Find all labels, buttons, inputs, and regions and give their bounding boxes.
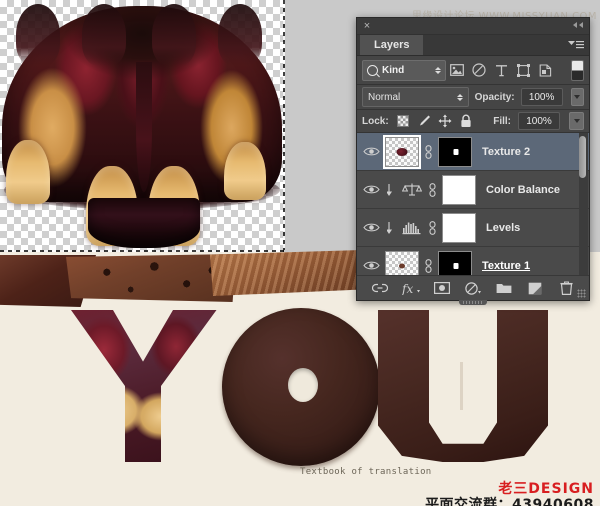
layer-list-scrollbar[interactable]	[579, 133, 588, 283]
texture-strip-cocoa-crumb	[210, 250, 362, 296]
layer-filter-row: Kind	[357, 56, 589, 85]
filter-enable-toggle[interactable]	[571, 59, 584, 81]
clipping-mask-icon	[385, 183, 397, 196]
lock-row: Lock: Fill: 100%	[357, 110, 589, 133]
filter-pixel-layers-button[interactable]	[446, 60, 468, 80]
fill-input[interactable]: 100%	[518, 112, 560, 130]
panel-resize-handle[interactable]	[459, 300, 487, 305]
color-balance-scales-icon	[401, 182, 423, 197]
mask-content	[453, 148, 459, 155]
layer-name[interactable]: Color Balance	[486, 184, 560, 196]
cake-lobe	[16, 4, 60, 66]
filter-kind-label: Kind	[382, 64, 405, 76]
filter-adjustment-layers-button[interactable]	[468, 60, 490, 80]
clipping-mask-icon	[385, 221, 397, 234]
eye-icon[interactable]	[361, 256, 381, 276]
screenshot-stage: 思缘设计论坛 WWW.MISSYUAN.COM Textbook of tran…	[0, 0, 600, 506]
layer-name-input[interactable]: Texture 1	[482, 260, 530, 272]
layer-list: Texture 2 Color Balance Levels Texture 1	[357, 133, 589, 283]
translation-note: Textbook of translation	[300, 467, 432, 477]
blend-mode-dropdown[interactable]: Normal	[362, 87, 469, 107]
bottom-caption-bar: Textbook of translation 老三DESIGN 平面交流群：4…	[295, 462, 600, 506]
layer-style-button[interactable]: fx	[402, 279, 420, 297]
mask-link-icon[interactable]	[423, 258, 434, 273]
eye-icon[interactable]	[361, 142, 381, 162]
delete-layer-button[interactable]	[557, 279, 575, 297]
lock-label: Lock:	[362, 115, 389, 127]
filter-kind-dropdown[interactable]: Kind	[362, 59, 446, 81]
layers-panel: × Layers Kind Normal Opacity: 100% Lock:…	[356, 17, 590, 305]
panel-titlebar[interactable]: ×	[357, 18, 589, 35]
layer-thumbnail[interactable]	[383, 134, 421, 169]
opacity-label: Opacity:	[474, 91, 515, 103]
chevron-down-icon	[456, 93, 463, 101]
levels-histogram-icon	[401, 220, 423, 235]
panel-tab-row: Layers	[357, 35, 589, 56]
filter-shape-layers-button[interactable]	[512, 60, 534, 80]
cake-lobe	[82, 4, 126, 66]
resize-grip-icon[interactable]	[577, 289, 586, 298]
fill-label: Fill:	[493, 115, 511, 127]
search-icon	[367, 64, 378, 76]
collapse-panel-icon[interactable]	[571, 20, 585, 32]
layer-mask-thumbnail[interactable]	[438, 136, 472, 167]
thumbnail-content	[396, 147, 408, 156]
lock-all-button[interactable]	[459, 114, 473, 128]
layer-row-levels[interactable]: Levels	[357, 209, 589, 247]
filter-type-layers-button[interactable]	[490, 60, 512, 80]
cake-base	[88, 198, 200, 248]
blend-mode-value: Normal	[368, 91, 401, 103]
new-layer-button[interactable]	[526, 279, 544, 297]
cake-sponge	[6, 140, 50, 204]
eye-icon[interactable]	[361, 180, 381, 200]
eye-icon[interactable]	[361, 218, 381, 238]
checkerboard-icon	[396, 115, 409, 127]
letter-o-counter	[288, 368, 318, 402]
lock-position-button[interactable]	[438, 114, 452, 128]
layers-panel-footer: fx	[357, 275, 589, 300]
thumbnail-content	[399, 263, 405, 268]
cake-lobe	[218, 4, 262, 66]
filter-smart-objects-button[interactable]	[534, 60, 556, 80]
mask-link-icon[interactable]	[423, 144, 434, 159]
add-layer-mask-button[interactable]	[433, 279, 451, 297]
tab-layers[interactable]: Layers	[360, 35, 424, 55]
blend-mode-row: Normal Opacity: 100%	[357, 85, 589, 110]
layer-mask-thumbnail[interactable]	[442, 174, 476, 205]
qq-group-watermark: 平面交流群：43940608	[425, 497, 594, 506]
panel-menu-icon[interactable]	[568, 39, 584, 51]
new-adjustment-layer-button[interactable]	[464, 279, 482, 297]
fill-dropdown-arrow[interactable]	[569, 112, 584, 130]
mask-link-icon[interactable]	[427, 182, 438, 197]
bundt-cake-image	[0, 2, 286, 252]
cake-glaze-drip	[136, 62, 152, 192]
opacity-input[interactable]: 100%	[520, 88, 563, 106]
cake-lobe	[152, 4, 196, 66]
letter-u-slit	[460, 362, 463, 410]
new-group-button[interactable]	[495, 279, 513, 297]
lock-image-pixels-button[interactable]	[417, 114, 431, 128]
opacity-dropdown-arrow[interactable]	[570, 88, 584, 106]
layer-name[interactable]: Levels	[486, 222, 520, 234]
layer-name[interactable]: Texture 2	[482, 146, 530, 158]
stepper-arrows-icon	[435, 66, 441, 74]
layer-row-texture-2[interactable]: Texture 2	[357, 133, 589, 171]
mask-content	[453, 262, 459, 269]
svg-text:fx: fx	[402, 282, 413, 295]
lock-transparent-pixels-button[interactable]	[396, 114, 410, 128]
link-layers-button[interactable]	[371, 279, 389, 297]
close-icon[interactable]: ×	[361, 20, 373, 32]
cake-sponge	[224, 142, 266, 200]
layer-row-color-balance[interactable]: Color Balance	[357, 171, 589, 209]
layer-mask-thumbnail[interactable]	[442, 212, 476, 243]
mask-link-icon[interactable]	[427, 220, 438, 235]
scrollbar-thumb[interactable]	[579, 136, 586, 178]
